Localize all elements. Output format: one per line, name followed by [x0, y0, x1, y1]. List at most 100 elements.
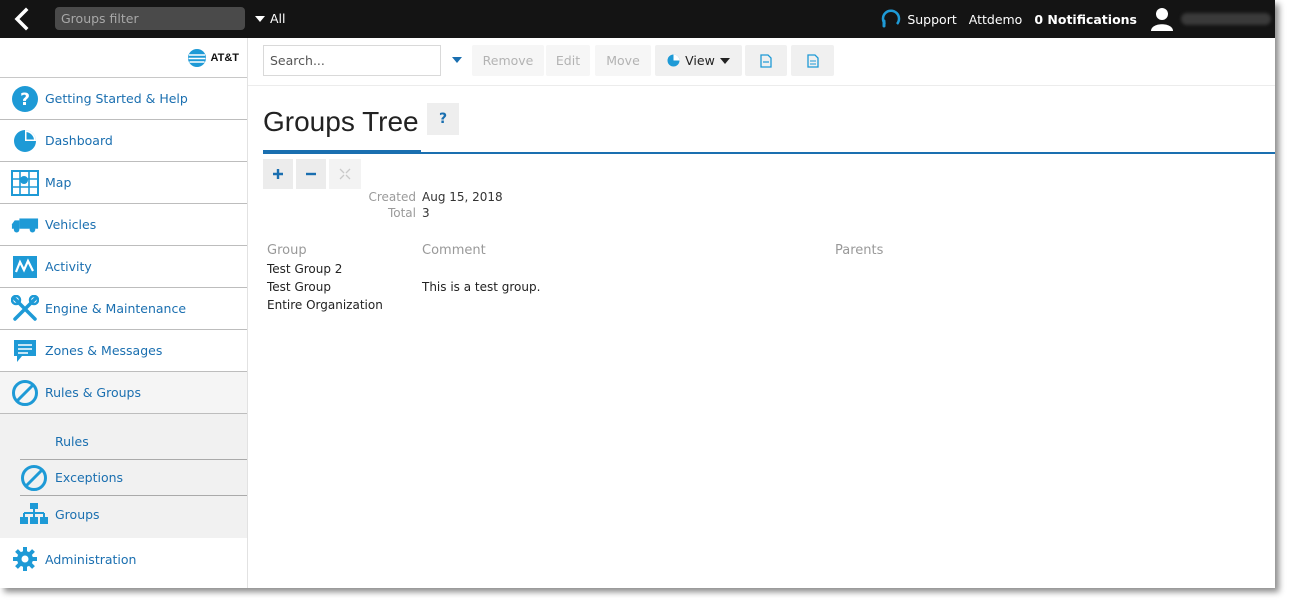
subnav-item-label: Groups — [55, 506, 100, 522]
created-row: Created Aug 15, 2018 — [348, 189, 503, 205]
subnav-item-label: Rules — [55, 434, 89, 449]
subnav-item-rules[interactable]: Rules — [20, 424, 247, 460]
activity-icon — [11, 253, 39, 281]
sidebar-item-dashboard[interactable]: Dashboard — [0, 120, 247, 162]
minus-icon — [306, 172, 316, 176]
total-label: Total — [387, 206, 416, 220]
export-report-button[interactable] — [791, 45, 834, 76]
tree-meta: Created Aug 15, 2018 Total 3 — [348, 189, 503, 221]
user-avatar-icon[interactable] — [1149, 6, 1175, 32]
sidebar-item-label: Activity — [45, 259, 92, 274]
support-link[interactable]: Support — [881, 8, 957, 30]
export-file-button[interactable] — [745, 45, 787, 76]
prohibited-icon — [20, 464, 48, 492]
group-comment: This is a test group. — [422, 280, 541, 294]
sidebar-item-label: Dashboard — [45, 133, 113, 148]
sidebar-item-engine-maintenance[interactable]: Engine & Maintenance — [0, 288, 247, 330]
user-name-redacted — [1181, 13, 1271, 25]
hierarchy-icon — [20, 500, 48, 528]
svg-text:?: ? — [20, 90, 30, 110]
view-button-label: View — [685, 53, 715, 68]
chevron-down-icon — [719, 57, 730, 64]
column-header-comment[interactable]: Comment — [422, 243, 835, 258]
expand-all-button[interactable] — [263, 159, 293, 189]
map-icon — [11, 169, 39, 197]
user-database-link[interactable]: Attdemo — [969, 12, 1023, 27]
back-arrow-icon[interactable] — [10, 7, 34, 31]
sidebar-item-label: Map — [45, 175, 72, 190]
document-icon — [760, 53, 772, 68]
toolbar: Remove Edit Move View — [248, 38, 1275, 86]
table-row[interactable]: Test Group This is a test group. — [267, 278, 1167, 296]
subnav-item-exceptions[interactable]: Exceptions — [20, 460, 247, 496]
chevron-down-icon — [255, 15, 265, 22]
sidebar-item-label: Rules & Groups — [45, 385, 141, 400]
tools-icon — [11, 294, 39, 323]
table-row[interactable]: Entire Organization — [267, 296, 1167, 314]
sidebar-item-label: Zones & Messages — [45, 343, 163, 358]
sidebar-item-label: Administration — [45, 551, 137, 567]
top-right-menu: Support Attdemo 0 Notifications — [881, 0, 1275, 38]
total-value: 3 — [422, 206, 430, 220]
help-button[interactable]: ? — [427, 103, 459, 135]
brand-logo: AT&T — [0, 38, 247, 78]
notifications-link[interactable]: 0 Notifications — [1034, 12, 1137, 27]
move-button[interactable]: Move — [595, 45, 651, 76]
prohibited-icon — [11, 379, 39, 407]
sidebar-item-activity[interactable]: Activity — [0, 246, 247, 288]
groups-scope-dropdown[interactable]: All — [255, 11, 286, 26]
rules-groups-subnav: Rules Exceptions Groups — [0, 414, 247, 538]
message-icon — [11, 337, 39, 365]
sidebar-item-map[interactable]: Map — [0, 162, 247, 204]
view-dropdown-button[interactable]: View — [655, 45, 742, 76]
plus-icon — [273, 169, 283, 179]
sidebar-item-label: Vehicles — [45, 217, 97, 232]
app-window: All Support Attdemo 0 Notifications — [0, 0, 1275, 588]
support-label: Support — [907, 11, 957, 27]
chevron-down-icon[interactable] — [452, 57, 462, 63]
subnav-item-groups[interactable]: Groups — [20, 496, 247, 532]
created-label: Created — [368, 190, 417, 204]
groups-filter-input[interactable] — [55, 7, 245, 30]
att-globe-icon — [188, 48, 207, 67]
collapse-button[interactable] — [296, 159, 326, 189]
pie-chart-icon — [11, 127, 39, 155]
shrink-button[interactable] — [329, 159, 361, 189]
sidebar-item-administration[interactable]: Administration — [0, 538, 247, 580]
headset-icon — [882, 9, 901, 28]
main-content: Remove Edit Move View Groups Tree ? — [248, 38, 1275, 588]
search-input[interactable] — [263, 45, 441, 76]
sidebar-item-zones-messages[interactable]: Zones & Messages — [0, 330, 247, 372]
page-title: Groups Tree — [263, 106, 419, 137]
pie-chart-icon — [667, 54, 680, 67]
subnav-item-label: Exceptions — [55, 470, 124, 485]
table-header: Group Comment Parents — [267, 240, 1167, 260]
sidebar-item-getting-started[interactable]: ? Getting Started & Help — [0, 78, 247, 120]
tree-controls — [263, 159, 361, 189]
sidebar-item-rules-groups[interactable]: Rules & Groups — [0, 372, 247, 414]
remove-button[interactable]: Remove — [472, 45, 544, 76]
column-header-parents[interactable]: Parents — [835, 243, 1035, 258]
group-name: Entire Organization — [267, 298, 383, 312]
top-bar: All Support Attdemo 0 Notifications — [0, 0, 1275, 38]
group-name: Test Group — [267, 280, 331, 294]
gear-icon — [11, 545, 39, 573]
sidebar: AT&T ? Getting Started & Help Dashboard … — [0, 38, 248, 588]
column-header-group[interactable]: Group — [267, 243, 422, 258]
total-row: Total 3 — [348, 205, 503, 221]
shrink-icon — [339, 168, 351, 180]
table-row[interactable]: Test Group 2 — [267, 260, 1167, 278]
document-icon — [806, 53, 819, 68]
truck-icon — [11, 211, 39, 239]
created-value: Aug 15, 2018 — [422, 190, 503, 204]
title-underline — [263, 150, 421, 154]
sidebar-item-vehicles[interactable]: Vehicles — [0, 204, 247, 246]
edit-button[interactable]: Edit — [546, 45, 590, 76]
sidebar-item-label: Engine & Maintenance — [45, 301, 187, 316]
sidebar-item-label: Getting Started & Help — [45, 91, 188, 106]
group-name: Test Group 2 — [267, 262, 343, 276]
rules-icon-placeholder — [20, 428, 48, 456]
groups-scope-label: All — [270, 11, 286, 26]
help-icon: ? — [11, 85, 39, 113]
groups-table: Group Comment Parents Test Group 2 Test … — [267, 240, 1167, 314]
